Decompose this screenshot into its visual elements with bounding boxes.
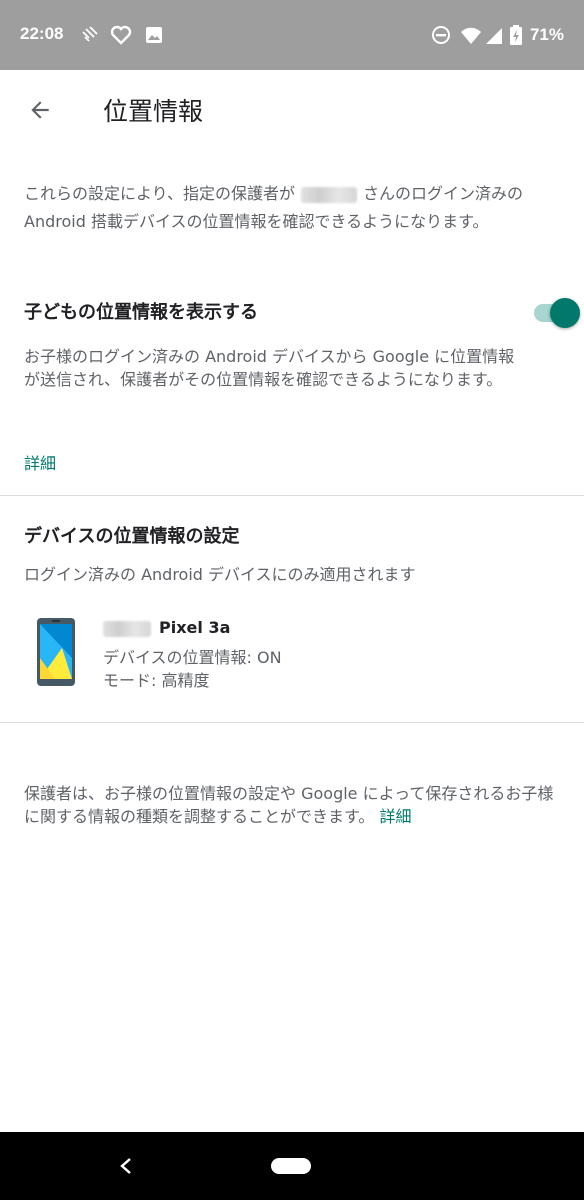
image-icon — [146, 27, 162, 43]
learn-more-link[interactable]: 詳細 — [24, 450, 56, 474]
show-location-title: 子どもの位置情報を表示する — [24, 302, 258, 323]
device-name: Pixel 3a — [103, 618, 230, 637]
arrow-back-icon — [31, 101, 49, 119]
show-location-toggle[interactable] — [532, 298, 580, 328]
nav-back-button[interactable] — [112, 1154, 140, 1178]
footer-note: 保護者は、お子様の位置情報の設定や Google によって保存されるお子様に関す… — [24, 782, 564, 828]
toggle-thumb — [550, 298, 580, 328]
footer-text: 保護者は、お子様の位置情報の設定や Google によって保存されるお子様に関す… — [24, 784, 554, 826]
device-settings-title: デバイスの位置情報の設定 — [24, 526, 240, 547]
cell-signal-icon — [486, 28, 502, 44]
do-not-disturb-icon — [432, 26, 450, 44]
show-location-description: お子様のログイン済みの Android デバイスから Google に位置情報が… — [24, 347, 515, 389]
battery-charging-icon — [510, 25, 522, 45]
heart-icon — [110, 25, 132, 45]
battery-percentage: 71% — [529, 25, 564, 44]
intro-text-before: これらの設定により、指定の保護者が — [24, 184, 296, 203]
device-location-status: デバイスの位置情報: ON — [103, 648, 282, 667]
divider — [0, 495, 584, 496]
signal-wave-icon — [82, 26, 98, 42]
page-title: 位置情報 — [103, 97, 204, 126]
nav-home-button[interactable] — [271, 1158, 311, 1174]
nav-back-icon — [120, 1158, 131, 1174]
redacted-owner-name — [103, 620, 151, 637]
redacted-child-name — [301, 186, 358, 203]
back-button[interactable] — [18, 90, 62, 130]
device-settings-subtitle: ログイン済みの Android デバイスにのみ適用されます — [24, 565, 416, 584]
device-model: Pixel 3a — [159, 618, 231, 637]
divider — [0, 722, 584, 723]
phone-icon — [37, 618, 75, 686]
status-time: 22:08 — [20, 24, 64, 43]
intro-text: これらの設定により、指定の保護者が さんのログイン済みの Android 搭載デバ… — [24, 180, 564, 236]
wifi-icon — [461, 27, 481, 44]
navigation-bar — [0, 1132, 584, 1200]
status-bar: 22:08 71% — [0, 0, 584, 70]
app-bar: 位置情報 — [0, 70, 584, 148]
device-location-mode: モード: 高精度 — [103, 671, 210, 690]
footer-learn-more-link[interactable]: 詳細 — [380, 807, 412, 826]
